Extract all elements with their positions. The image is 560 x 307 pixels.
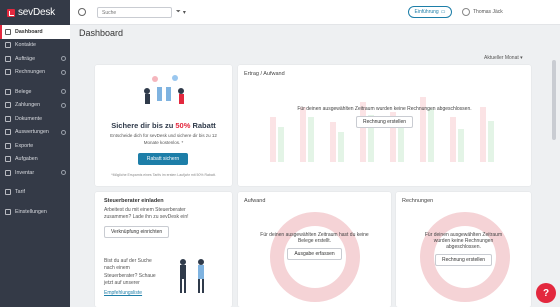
info-icon[interactable] (61, 69, 66, 75)
sidebar-item-inventar[interactable]: Inventar (0, 166, 70, 180)
sidebar-item-label: Exporte (15, 142, 34, 149)
info-icon[interactable] (61, 129, 66, 135)
empty-state: Für deinen ausgewählten Zeitraum wurden … (278, 106, 491, 128)
people-illustration (180, 259, 204, 293)
card-title: Ertrag / Aufwand (244, 71, 285, 77)
card-title: Aufwand (244, 198, 266, 204)
search-input[interactable] (97, 7, 172, 18)
card-title: Steuerberater einladen (104, 198, 164, 204)
info-icon[interactable] (61, 89, 66, 95)
create-invoice-button[interactable]: Rechnung erstellen (434, 254, 493, 266)
sidebar-item-rechnungen[interactable]: Rechnungen (0, 66, 70, 80)
sidebar-item-label: Rechnungen (15, 69, 46, 76)
add-expense-button[interactable]: Ausgabe erfassen (287, 248, 342, 260)
period-select[interactable]: Aktueller Monat ▾ (484, 55, 523, 61)
info-icon[interactable] (61, 56, 66, 62)
sidebar-item-label: Dokumente (15, 115, 43, 122)
empty-state: Für deinen ausgewählten Zeitraum wurden … (416, 232, 511, 266)
sidebar-item-belege[interactable]: Belege (0, 85, 70, 99)
receipt-icon (5, 88, 11, 95)
sevdesk-logo-icon (7, 8, 15, 17)
empty-message: Für deinen ausgewählten Zeitraum hast du… (260, 232, 369, 244)
sidebar-item-label: Tarif (15, 189, 26, 196)
sidebar-item-label: Belege (15, 88, 32, 95)
promo-heading: Sichere dir bis zu 50% Rabatt (95, 121, 232, 130)
page-title: Dashboard (79, 28, 124, 38)
avatar (462, 8, 470, 16)
info-icon[interactable] (61, 102, 66, 108)
sidebar-item-einstellungen[interactable]: Einstellungen (0, 205, 70, 219)
promo-card: Sichere dir bis zu 50% Rabatt Entscheide… (95, 65, 232, 186)
inventory-icon (5, 169, 11, 176)
promo-heading-pre: Sichere dir bis zu (111, 121, 176, 130)
sidebar-item-tarif[interactable]: Tarif (0, 186, 70, 200)
reports-icon (5, 129, 11, 136)
sidebar-item-label: Inventar (15, 169, 35, 176)
chevron-down-icon: ▾ (520, 55, 523, 61)
recommendation-link[interactable]: Empfehlungsliste (104, 290, 142, 296)
logo[interactable]: sevDesk (0, 0, 70, 25)
contacts-icon (5, 42, 11, 49)
sidebar-item-exporte[interactable]: Exporte (0, 139, 70, 153)
home-icon (5, 28, 11, 35)
sidebar-item-label: Auswertungen (15, 129, 49, 136)
create-invoice-button[interactable]: Rechnung erstellen (355, 116, 414, 128)
sidebar-item-label: Aufträge (15, 55, 36, 62)
sidebar-item-dashboard[interactable]: Dashboard (0, 25, 70, 39)
invoice-icon (5, 69, 11, 76)
help-button[interactable]: ? (536, 283, 556, 303)
user-menu[interactable]: Thomas Jäck (462, 8, 503, 16)
gift-illustration (144, 75, 184, 104)
sidebar-item-kontakte[interactable]: Kontakte (0, 39, 70, 53)
promo-text: Entscheide dich für sevDesk und sichere … (110, 133, 217, 145)
history-icon[interactable] (78, 8, 86, 16)
steuer-text: Arbeitest du mit einem Steuerberater zus… (104, 207, 189, 221)
card-title: Rechnungen (402, 198, 434, 204)
empty-message: Für deinen ausgewählten Zeitraum wurden … (424, 232, 503, 250)
steuerberater-card: Steuerberater einladen Arbeitest du mit … (95, 192, 232, 307)
steuer-search-text: Bist du auf der Suche nach einem Steuerb… (104, 258, 156, 286)
orders-icon (5, 55, 11, 62)
sidebar-item-auswertungen[interactable]: Auswertungen (0, 126, 70, 140)
logo-text: sevDesk (18, 7, 55, 18)
aufwand-card: Aufwand Für deinen ausgewählten Zeitraum… (238, 192, 391, 307)
promo-heading-pct: 50% (175, 121, 191, 130)
documents-icon (5, 115, 11, 122)
sidebar-item-label: Aufgaben (15, 156, 38, 163)
sidebar-item-label: Einstellungen (15, 208, 47, 215)
sidebar-item-dokumente[interactable]: Dokumente (0, 112, 70, 126)
sidebar-item-label: Kontakte (15, 42, 36, 49)
sidebar-item-aufgaben[interactable]: Aufgaben (0, 153, 70, 167)
filter-dropdown[interactable]: ⏷ ▾ (174, 7, 192, 18)
settings-icon (5, 208, 11, 215)
topbar: ⏷▾ Einführung▭ Thomas Jäck (70, 0, 560, 25)
sidebar: sevDesk Dashboard Kontakte Aufträge Rech… (0, 0, 70, 307)
tasks-icon (5, 156, 11, 163)
tariff-icon (5, 189, 11, 196)
scrollbar[interactable] (552, 60, 556, 140)
onboarding-button[interactable]: Einführung ▭ (408, 6, 452, 18)
promo-footnote: *Mögliche Ersparnis eines Tarifs im erst… (111, 173, 216, 177)
sidebar-item-auftraege[interactable]: Aufträge (0, 52, 70, 66)
user-name: Thomas Jäck (473, 9, 503, 15)
onboarding-label: Einführung (414, 9, 439, 15)
promo-heading-post: Rabatt (190, 121, 216, 130)
sidebar-item-label: Zahlungen (15, 102, 41, 109)
payments-icon (5, 102, 11, 109)
empty-message: Für deinen ausgewählten Zeitraum wurden … (297, 106, 472, 112)
info-icon[interactable] (61, 170, 66, 176)
discount-button[interactable]: Rabatt sichern (138, 153, 188, 165)
monitor-icon: ▭ (440, 9, 446, 15)
rechnungen-card: Rechnungen Für deinen ausgewählten Zeitr… (396, 192, 531, 307)
export-icon (5, 142, 11, 149)
filter-icon: ⏷ (176, 9, 181, 15)
sidebar-item-label: Dashboard (15, 28, 43, 35)
sidebar-item-zahlungen[interactable]: Zahlungen (0, 99, 70, 113)
ertrag-aufwand-card: Ertrag / Aufwand Für deinen ausgewählten… (238, 65, 531, 186)
connect-button[interactable]: Verknüpfung einrichten (104, 226, 170, 238)
chevron-down-icon: ▾ (182, 10, 186, 16)
period-label: Aktueller Monat (484, 55, 519, 61)
empty-state: Für deinen ausgewählten Zeitraum hast du… (260, 232, 369, 260)
